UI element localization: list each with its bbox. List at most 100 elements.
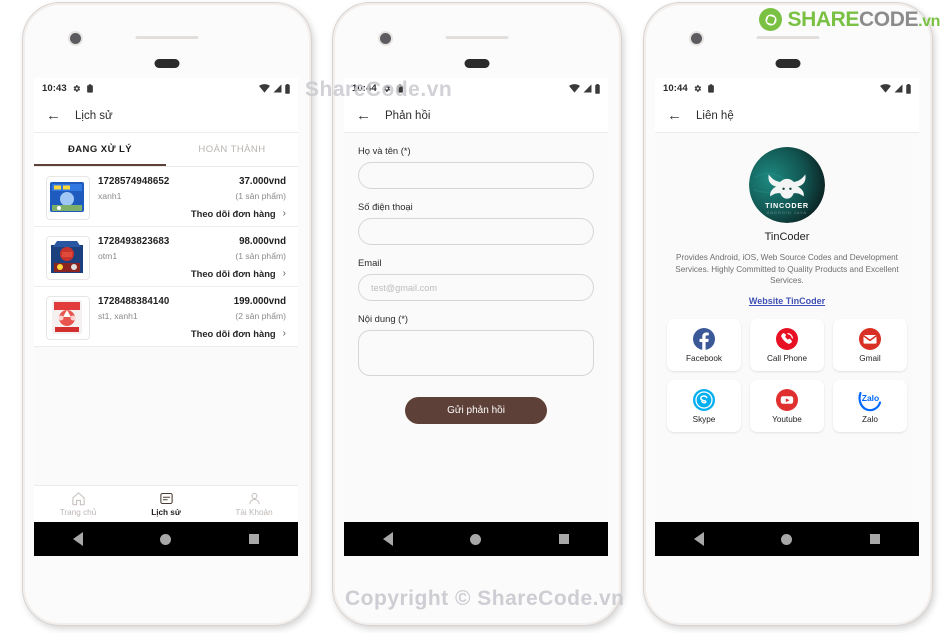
- back-arrow-icon[interactable]: ←: [667, 108, 682, 123]
- android-nav-bar: [655, 522, 919, 556]
- tab-processing[interactable]: ĐANG XỬ LÝ: [34, 133, 166, 166]
- order-variant: otm1: [98, 251, 118, 261]
- email-field[interactable]: [358, 274, 594, 301]
- order-row[interactable]: 1728488384140 199.000vnd st1, xanh1 (2 s…: [34, 287, 298, 347]
- feedback-form: Họ và tên (*) Số điện thoại Email Nội du…: [344, 133, 608, 556]
- tab-completed-label: HOÀN THÀNH: [198, 144, 266, 155]
- order-detail: 1728574948652 37.000vnd xanh1 (1 sản phẩ…: [98, 176, 286, 220]
- tincoder-buffalo-logo: TINCODER ANDROID JAVA: [749, 147, 825, 223]
- clipboard-icon: [86, 84, 93, 93]
- screenshot-canvas: SHARECODE.vn ShareCode.vn Copyright © Sh…: [0, 0, 950, 633]
- bottom-nav-home[interactable]: Trang chủ: [34, 486, 122, 522]
- signal-icon: [894, 84, 903, 93]
- product-thumb-blue-toy: [46, 176, 90, 220]
- android-nav-bar: [34, 522, 298, 556]
- contact-card-call-phone[interactable]: Call Phone: [750, 318, 824, 371]
- website-link[interactable]: Website TinCoder: [667, 296, 907, 306]
- phone-field-label: Số điện thoại: [358, 201, 413, 212]
- brand-code-text: CODE: [859, 8, 919, 31]
- status-bar-left: 10:43: [42, 83, 94, 94]
- order-quantity: (2 sản phẩm): [235, 311, 286, 321]
- status-time: 10:44: [663, 83, 688, 94]
- tab-processing-label: ĐANG XỬ LÝ: [67, 144, 133, 155]
- contact-card-call-phone-label: Call Phone: [766, 353, 808, 363]
- phone-mockup-feedback: 10:44 ← Phản hồi Họ và tên (*) Số điện t…: [332, 2, 622, 626]
- tab-completed[interactable]: HOÀN THÀNH: [166, 133, 298, 166]
- zalo-icon: Zalo: [858, 391, 882, 412]
- page-title: Phản hồi: [385, 109, 431, 122]
- submit-feedback-button[interactable]: Gửi phản hồi: [405, 397, 547, 424]
- back-arrow-icon[interactable]: ←: [46, 108, 61, 123]
- battery-icon: [906, 83, 911, 94]
- order-detail: 1728488384140 199.000vnd st1, xanh1 (2 s…: [98, 296, 286, 340]
- product-thumb-red-toy: [46, 296, 90, 340]
- bottom-navigation: Trang chủ Lịch sử Tài Khoản: [34, 485, 298, 522]
- contact-page: TINCODER ANDROID JAVA TinCoder Provides …: [655, 133, 919, 556]
- logo-container: TINCODER ANDROID JAVA: [667, 147, 907, 223]
- status-bar: 10:44: [655, 78, 919, 99]
- phone1-screen: 10:43 ← Lịch sử ĐANG XỬ LÝ HOÀN THÀNH 17…: [34, 78, 298, 556]
- nav-home-icon[interactable]: [160, 533, 172, 545]
- front-camera-icon: [70, 33, 81, 44]
- nav-back-icon[interactable]: [382, 532, 393, 546]
- nav-recents-icon[interactable]: [249, 534, 260, 544]
- contact-card-skype[interactable]: Skype: [667, 379, 741, 432]
- company-description: Provides Android, iOS, Web Source Codes …: [675, 253, 899, 286]
- account-icon: [248, 493, 260, 505]
- sharecode-brand-logo: SHARECODE.vn: [759, 8, 940, 31]
- order-subinfo: st1, xanh1 (2 sản phẩm): [98, 311, 286, 321]
- earpiece-speaker: [445, 36, 509, 39]
- bottom-nav-history[interactable]: Lịch sử: [122, 486, 210, 522]
- bottom-nav-history-label: Lịch sử: [151, 508, 181, 517]
- order-price: 199.000vnd: [233, 296, 286, 307]
- signal-icon: [273, 84, 282, 93]
- contact-card-facebook-label: Facebook: [686, 353, 722, 363]
- earpiece-speaker: [756, 36, 820, 39]
- bottom-nav-account[interactable]: Tài Khoản: [210, 486, 298, 522]
- status-time: 10:44: [352, 83, 377, 94]
- phone-icon: [776, 327, 798, 350]
- order-header: 1728493823683 98.000vnd: [98, 236, 286, 247]
- phone-field[interactable]: [358, 218, 594, 245]
- name-field[interactable]: [358, 162, 594, 189]
- sensor-pill: [775, 59, 801, 68]
- nav-recents-icon[interactable]: [559, 534, 570, 544]
- gmail-icon: [859, 327, 881, 350]
- skype-icon: [693, 388, 715, 411]
- sharecode-recycle-icon: [759, 8, 783, 31]
- order-track-row[interactable]: Theo dõi đơn hàng ›: [98, 328, 286, 339]
- order-track-row[interactable]: Theo dõi đơn hàng ›: [98, 208, 286, 219]
- svg-text:ANDROID JAVA: ANDROID JAVA: [767, 211, 807, 215]
- front-camera-icon: [691, 33, 702, 44]
- order-quantity: (1 sản phẩm): [235, 191, 286, 201]
- contact-card-gmail[interactable]: Gmail: [833, 318, 907, 371]
- phone-bezel-top: [333, 3, 621, 78]
- order-detail: 1728493823683 98.000vnd otm1 (1 sản phẩm…: [98, 236, 286, 280]
- contact-card-youtube-label: Youtube: [772, 414, 802, 424]
- contact-card-facebook[interactable]: Facebook: [667, 318, 741, 371]
- contact-card-zalo[interactable]: Zalo Zalo: [833, 379, 907, 432]
- bottom-nav-home-label: Trang chủ: [59, 508, 97, 517]
- order-row[interactable]: 1728493823683 98.000vnd otm1 (1 sản phẩm…: [34, 227, 298, 287]
- order-price: 37.000vnd: [239, 176, 286, 187]
- svg-text:TINCODER: TINCODER: [765, 201, 809, 210]
- order-track-row[interactable]: Theo dõi đơn hàng ›: [98, 268, 286, 279]
- contact-card-youtube[interactable]: Youtube: [750, 379, 824, 432]
- status-bar-left: 10:44: [663, 83, 715, 94]
- wifi-icon: [259, 84, 270, 93]
- app-bar: ← Phản hồi: [344, 99, 608, 133]
- nav-back-icon[interactable]: [72, 532, 83, 546]
- back-arrow-icon[interactable]: ←: [356, 108, 371, 123]
- nav-back-icon[interactable]: [693, 532, 704, 546]
- order-subinfo: xanh1 (1 sản phẩm): [98, 191, 286, 201]
- nav-recents-icon[interactable]: [870, 534, 881, 544]
- nav-home-icon[interactable]: [781, 533, 793, 545]
- content-field[interactable]: [358, 330, 594, 376]
- nav-home-icon[interactable]: [470, 533, 482, 545]
- order-row[interactable]: 1728574948652 37.000vnd xanh1 (1 sản phẩ…: [34, 167, 298, 227]
- brand-share-text: SHARE: [787, 8, 859, 31]
- company-name: TinCoder: [764, 231, 810, 243]
- chevron-right-icon: ›: [282, 208, 286, 219]
- order-id: 1728574948652: [98, 176, 170, 187]
- order-variant: st1, xanh1: [98, 311, 138, 321]
